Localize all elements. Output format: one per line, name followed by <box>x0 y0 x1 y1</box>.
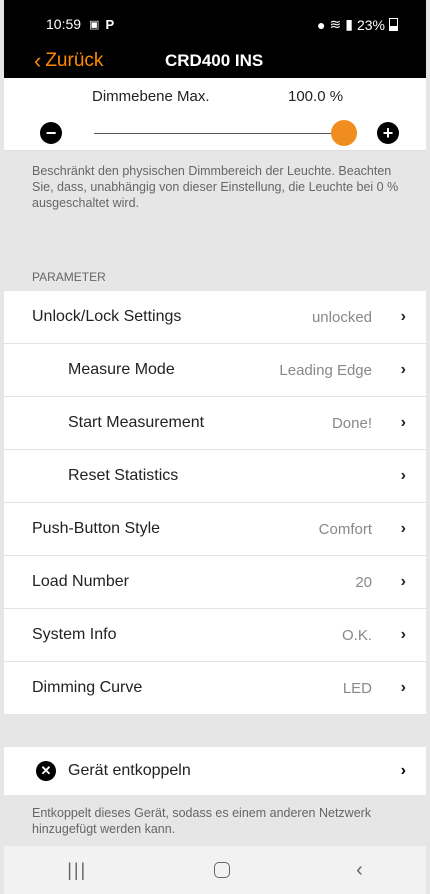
chevron-right-icon: › <box>400 361 406 378</box>
back-label: Zurück <box>45 50 104 71</box>
section-spacer <box>4 715 426 747</box>
slider-thumb[interactable] <box>331 120 357 146</box>
row-reset-statistics[interactable]: Reset Statistics › <box>4 450 426 503</box>
row-label: Push-Button Style <box>32 520 161 537</box>
status-right: ● ≋ ▮ 23% <box>313 16 398 33</box>
wifi-icon: ≋ <box>329 16 342 32</box>
row-value: Done! <box>331 414 372 432</box>
dim-level-value: 100.0 % <box>288 88 344 105</box>
row-label: Start Measurement <box>68 414 205 431</box>
row-start-measurement[interactable]: Start Measurement Done! › <box>4 397 426 450</box>
row-load-number[interactable]: Load Number 20 › <box>4 556 426 609</box>
minus-icon[interactable]: − <box>40 122 62 144</box>
p-icon: P <box>105 16 115 32</box>
home-icon[interactable] <box>213 862 230 878</box>
chevron-left-icon: ‹ <box>34 48 42 73</box>
decouple-label: Gerät entkoppeln <box>68 762 191 779</box>
parameter-list: Unlock/Lock Settings unlocked › Measure … <box>4 291 426 715</box>
status-bar: 10:59 ▣ P ● ≋ ▮ 23% <box>4 0 426 48</box>
location-icon: ● <box>317 16 326 33</box>
row-label: Measure Mode <box>68 361 175 378</box>
chevron-right-icon: › <box>400 414 406 431</box>
dim-level-label: Dimmebene Max. <box>92 88 210 105</box>
row-unlock-lock[interactable]: Unlock/Lock Settings unlocked › <box>4 291 426 344</box>
slider-track[interactable] <box>94 133 344 134</box>
recent-apps-icon[interactable]: ||| <box>67 860 87 881</box>
back-nav-icon[interactable]: ‹ <box>356 859 363 882</box>
battery-icon <box>389 18 398 31</box>
phone-screen: 10:59 ▣ P ● ≋ ▮ 23% ‹ Zurück CRD400 INS … <box>4 0 426 894</box>
row-push-button-style[interactable]: Push-Button Style Comfort › <box>4 503 426 556</box>
row-measure-mode[interactable]: Measure Mode Leading Edge › <box>4 344 426 397</box>
chevron-right-icon: › <box>400 762 406 779</box>
back-button[interactable]: ‹ Zurück <box>34 50 103 72</box>
row-label: Reset Statistics <box>68 467 179 484</box>
signal-icon: ▮ <box>345 16 353 32</box>
chevron-right-icon: › <box>400 679 406 696</box>
system-nav-bar: ||| ‹ <box>4 846 426 894</box>
row-label: Unlock/Lock Settings <box>32 308 182 325</box>
dim-level-control: Dimmebene Max. 100.0 % − + <box>4 78 426 151</box>
dim-info-text: Beschränkt den physischen Dimmbereich de… <box>32 164 399 210</box>
row-label: Load Number <box>32 573 129 590</box>
battery-percent: 23% <box>356 16 385 33</box>
image-icon: ▣ <box>89 18 100 31</box>
row-value: LED <box>342 679 372 697</box>
decouple-info-text: Entkoppelt dieses Gerät, sodass es einem… <box>32 806 372 836</box>
close-circle-icon: ✕ <box>36 761 56 781</box>
row-system-info[interactable]: System Info O.K. › <box>4 609 426 662</box>
row-label: System Info <box>32 626 117 643</box>
row-value: 20 <box>355 573 372 591</box>
row-dimming-curve[interactable]: Dimming Curve LED › <box>4 662 426 715</box>
chevron-right-icon: › <box>400 520 406 537</box>
row-value: Comfort <box>318 520 372 538</box>
section-title: PARAMETER <box>32 270 106 284</box>
plus-icon[interactable]: + <box>377 122 399 144</box>
chevron-right-icon: › <box>400 573 406 590</box>
chevron-right-icon: › <box>400 626 406 643</box>
row-label: Dimming Curve <box>32 679 143 696</box>
dim-info: Beschränkt den physischen Dimmbereich de… <box>4 151 426 291</box>
row-value: Leading Edge <box>279 361 372 379</box>
chevron-right-icon: › <box>400 308 406 325</box>
nav-bar: ‹ Zurück CRD400 INS <box>4 48 426 78</box>
decouple-device-button[interactable]: ✕ Gerät entkoppeln › <box>4 747 426 795</box>
row-value: O.K. <box>341 626 372 644</box>
row-value: unlocked <box>311 308 372 326</box>
status-time: 10:59 <box>46 16 82 32</box>
page-title: CRD400 INS <box>165 51 264 70</box>
chevron-right-icon: › <box>400 467 406 484</box>
